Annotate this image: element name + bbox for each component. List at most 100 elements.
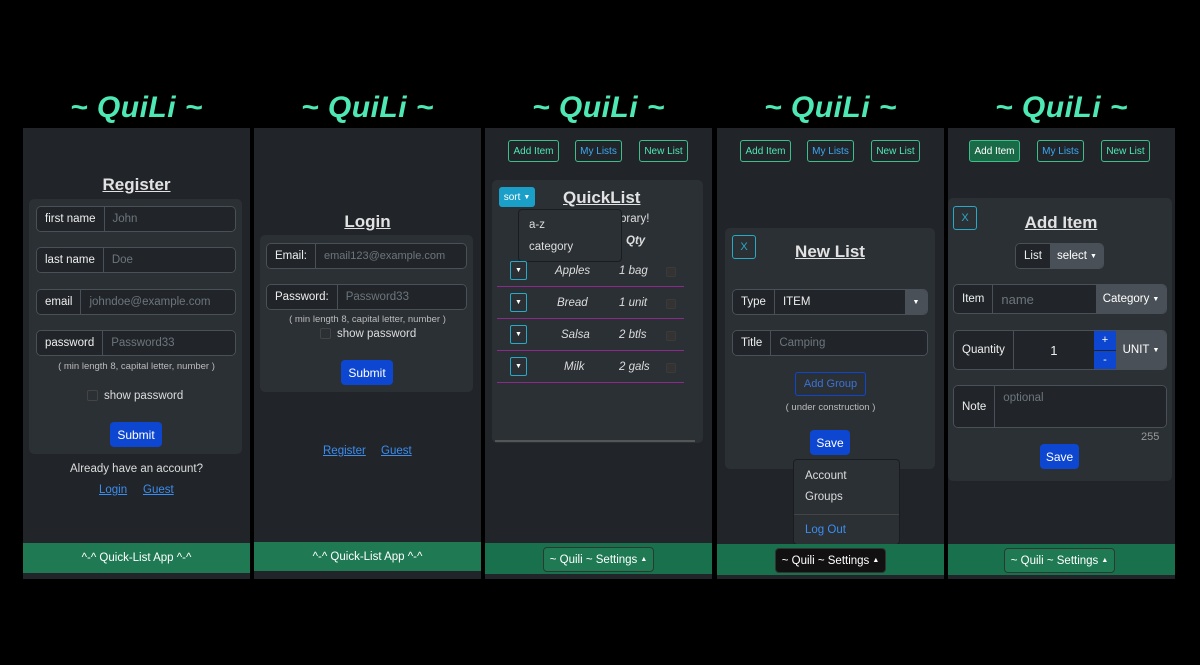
last-name-input[interactable]: Doe [103, 248, 235, 272]
submit-button[interactable]: Submit [341, 360, 393, 385]
title-input[interactable]: Camping [771, 331, 927, 355]
item-checkbox[interactable] [666, 267, 676, 277]
caret-down-icon[interactable]: ▼ [510, 357, 527, 376]
close-icon[interactable]: X [732, 235, 756, 259]
add-item-nav-button[interactable]: Add Item [969, 140, 1020, 162]
password-input[interactable]: Password33 [337, 285, 466, 309]
guest-link[interactable]: Guest [143, 484, 174, 496]
item-field[interactable]: Item name Category ▼ [953, 284, 1167, 314]
title-field[interactable]: Title Camping [732, 330, 928, 356]
register-panel: ~ QuiLi ~ Register first name John last … [23, 87, 250, 579]
show-password-toggle[interactable]: show password [320, 328, 416, 340]
item-qty: 2 gals [619, 361, 650, 373]
settings-dropdown-button[interactable]: ~ Quili ~ Settings ▲ [1004, 548, 1115, 573]
page-title: Login [344, 212, 391, 231]
settings-dropdown-button[interactable]: ~ Quili ~ Settings ▲ [775, 548, 886, 573]
email-field[interactable]: email johndoe@example.com [36, 289, 236, 315]
login-link[interactable]: Login [99, 484, 127, 496]
new-list-nav-button[interactable]: New List [639, 140, 688, 162]
list-select-group[interactable]: List select ▼ [1015, 243, 1104, 269]
my-lists-nav-button[interactable]: My Lists [807, 140, 854, 162]
list-select[interactable]: select ▼ [1050, 244, 1103, 268]
email-input[interactable]: email123@example.com [315, 244, 466, 268]
quantity-field[interactable]: Quantity 1 + - UNIT ▼ [953, 330, 1167, 370]
sort-option-category[interactable]: category [529, 241, 573, 253]
password-field[interactable]: password Password33 [36, 330, 236, 356]
submit-button[interactable]: Submit [110, 422, 162, 447]
item-name-input[interactable]: name [993, 285, 1096, 313]
caret-down-icon[interactable]: ▼ [510, 261, 527, 280]
register-link[interactable]: Register [323, 445, 366, 457]
my-lists-nav-button[interactable]: My Lists [575, 140, 622, 162]
item-checkbox[interactable] [666, 299, 676, 309]
plus-icon[interactable]: + [1094, 331, 1116, 351]
login-panel: ~ QuiLi ~ Login Email: email123@example.… [254, 87, 481, 579]
menu-item-logout[interactable]: Log Out [805, 524, 846, 536]
menu-item-account[interactable]: Account [805, 470, 847, 482]
scrollbar[interactable] [495, 440, 695, 442]
caret-down-icon[interactable]: ▼ [905, 290, 927, 314]
caret-down-icon[interactable]: ▼ [510, 325, 527, 344]
email-input[interactable]: johndoe@example.com [81, 290, 235, 314]
category-select[interactable]: Category ▼ [1096, 285, 1166, 313]
unit-select[interactable]: UNIT ▼ [1116, 331, 1166, 369]
newlist-panel: ~ QuiLi ~ Add Item My Lists New List X N… [717, 87, 944, 579]
app-header: ~ QuiLi ~ [948, 87, 1175, 128]
type-field[interactable]: Type ITEM ▼ [732, 289, 928, 315]
show-password-checkbox[interactable] [320, 328, 331, 340]
add-item-nav-button[interactable]: Add Item [508, 140, 559, 162]
save-button[interactable]: Save [1040, 444, 1079, 469]
last-name-label: last name [37, 248, 104, 272]
last-name-field[interactable]: last name Doe [36, 247, 236, 273]
settings-label: ~ Quili ~ Settings [549, 553, 638, 566]
note-textarea[interactable]: optional [995, 386, 1166, 427]
note-field[interactable]: Note optional [953, 385, 1167, 428]
new-list-nav-button[interactable]: New List [1101, 140, 1150, 162]
quicklist-panel: ~ QuiLi ~ Add Item My Lists New List Qui… [485, 87, 712, 579]
new-list-nav-button[interactable]: New List [871, 140, 920, 162]
caret-up-icon: ▲ [640, 556, 648, 563]
password-field[interactable]: Password: Password33 [266, 284, 467, 310]
list-subtitle: brary! [620, 213, 650, 225]
app-footer: ^-^ Quick-List App ^-^ [23, 543, 250, 573]
minus-icon[interactable]: - [1094, 350, 1116, 369]
first-name-field[interactable]: first name John [36, 206, 236, 232]
settings-label: ~ Quili ~ Settings [781, 554, 870, 567]
add-item-nav-button[interactable]: Add Item [740, 140, 791, 162]
menu-item-groups[interactable]: Groups [805, 491, 843, 503]
brand-logo: ~ QuiLi ~ [995, 90, 1128, 124]
show-password-label: show password [104, 390, 184, 402]
quantity-label: Quantity [954, 331, 1014, 369]
list-row: ▼ Bread 1 unit [497, 287, 684, 319]
sort-option-az[interactable]: a-z [529, 219, 545, 231]
app-header: ~ QuiLi ~ [485, 87, 712, 128]
caret-down-icon[interactable]: ▼ [510, 293, 527, 312]
caret-down-icon: ▼ [1152, 295, 1160, 303]
close-icon[interactable]: X [953, 206, 977, 230]
item-label: Item [954, 285, 994, 313]
sort-button[interactable]: sort ▼ [499, 187, 535, 207]
settings-menu: Account Groups Log Out [793, 459, 900, 545]
add-group-button[interactable]: Add Group [795, 372, 866, 396]
password-input[interactable]: Password33 [103, 331, 235, 355]
guest-link[interactable]: Guest [381, 445, 412, 457]
first-name-input[interactable]: John [104, 207, 235, 231]
item-checkbox[interactable] [666, 363, 676, 373]
quantity-input[interactable]: 1 [1013, 331, 1094, 369]
quantity-stepper[interactable]: + - [1094, 331, 1116, 369]
my-lists-nav-button[interactable]: My Lists [1037, 140, 1084, 162]
show-password-toggle[interactable]: show password [87, 390, 183, 402]
settings-dropdown-button[interactable]: ~ Quili ~ Settings ▲ [543, 547, 654, 572]
type-select[interactable]: ITEM [774, 290, 905, 314]
save-button[interactable]: Save [810, 430, 850, 455]
show-password-checkbox[interactable] [87, 390, 98, 402]
item-checkbox[interactable] [666, 331, 676, 341]
app-header: ~ QuiLi ~ [23, 87, 250, 128]
caret-up-icon: ▲ [872, 557, 880, 564]
caret-up-icon: ▲ [1101, 557, 1109, 564]
item-name: Bread [557, 297, 588, 309]
item-name: Milk [564, 361, 585, 373]
email-field[interactable]: Email: email123@example.com [266, 243, 467, 269]
caret-down-icon: ▼ [523, 193, 531, 201]
page-title: Add Item [1024, 213, 1098, 232]
